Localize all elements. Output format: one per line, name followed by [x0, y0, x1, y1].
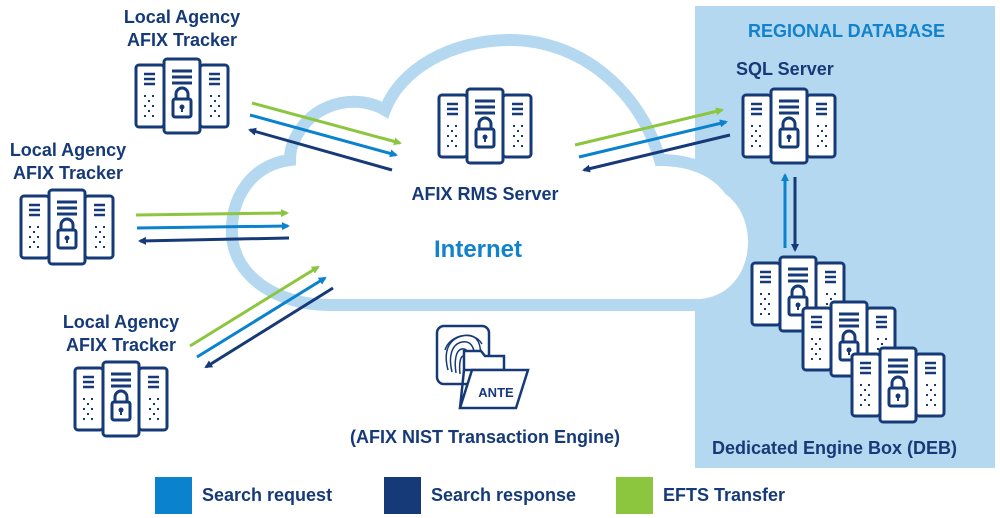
search-response-swatch: [384, 477, 421, 514]
tracker-bottom-label-line2: AFIX Tracker: [65, 335, 177, 355]
tracker-bottom-label: Local Agency AFIX Tracker: [46, 311, 196, 357]
rms-server-icon: [437, 87, 533, 165]
tracker-middle-label-line1: Local Agency: [9, 140, 127, 160]
ante-label: (AFIX NIST Transaction Engine): [349, 427, 621, 447]
legend-item-search-response: Search response: [384, 477, 576, 514]
deb-server-icon-3: [850, 346, 946, 424]
internet-label: Internet: [434, 236, 523, 263]
rms-server-label: AFIX RMS Server: [411, 184, 559, 204]
search-response-arrow: [204, 286, 334, 369]
afix-network-diagram: Local Agency AFIX Tracker Local Agency A…: [0, 0, 1000, 518]
tracker-top-server-icon: [134, 57, 230, 135]
tracker-middle-server-icon: [19, 188, 115, 266]
tracker-middle-label-line2: AFIX Tracker: [12, 163, 124, 183]
tracker-middle-label: Local Agency AFIX Tracker: [0, 139, 143, 185]
tracker-bottom-label-line1: Local Agency: [62, 312, 180, 332]
legend-label: Search request: [202, 485, 333, 505]
sql-server-label: SQL Server: [736, 59, 834, 79]
legend-item-search-request: Search request: [155, 477, 332, 514]
tracker-top-label-line1: Local Agency: [123, 7, 241, 27]
tracker-top-label: Local Agency AFIX Tracker: [107, 6, 257, 52]
legend-label: Search response: [431, 485, 577, 505]
ante-badge: ANTE: [478, 385, 514, 400]
regional-database-title: REGIONAL DATABASE: [748, 21, 946, 41]
efts-transfer-arrow: [135, 209, 289, 218]
legend-label: EFTS Transfer: [663, 485, 786, 505]
sql-server-icon: [741, 87, 837, 165]
search-request-arrow: [136, 222, 290, 231]
legend-item-efts-transfer: EFTS Transfer: [616, 477, 785, 514]
internet-cloud: [225, 33, 760, 311]
efts-transfer-swatch: [616, 477, 653, 514]
tracker-bottom-server-icon: [73, 360, 169, 438]
tracker-top-label-line2: AFIX Tracker: [126, 30, 238, 50]
search-request-swatch: [155, 477, 192, 514]
deb-label: Dedicated Engine Box (DEB): [712, 438, 958, 458]
